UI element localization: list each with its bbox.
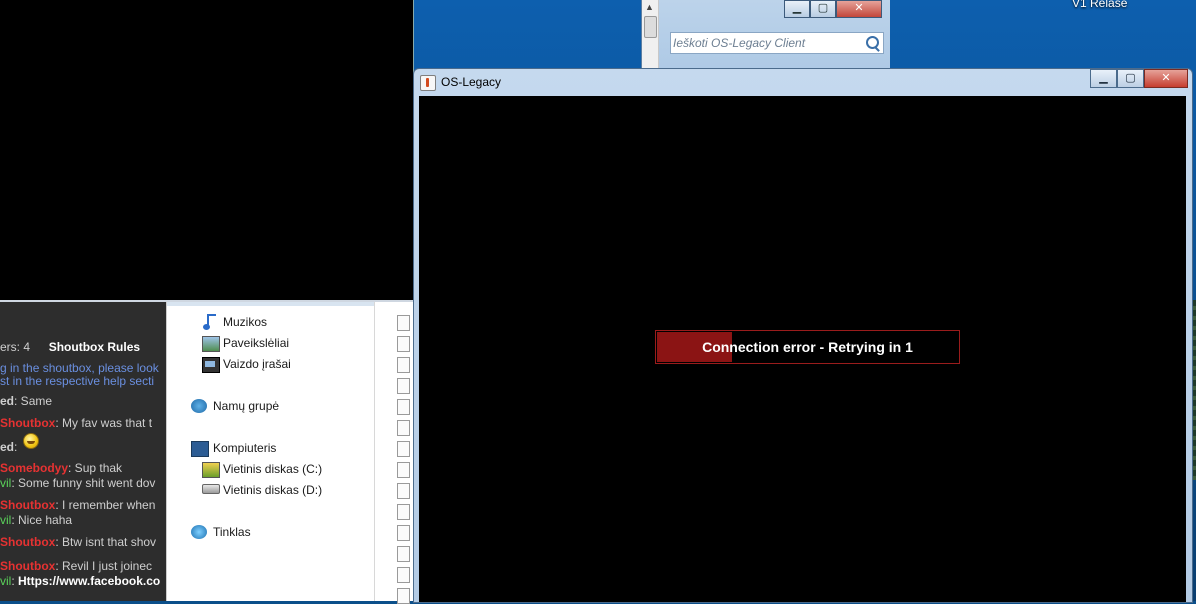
nav-item-videos[interactable]: Vaizdo įrašai [223, 357, 291, 371]
nav-item-computer[interactable]: Kompiuteris [213, 441, 276, 455]
scroll-up-icon[interactable]: ▲ [645, 2, 654, 12]
desktop-icon-label[interactable]: V1 Relase [1072, 0, 1127, 10]
network-icon [191, 525, 207, 539]
chat-text: : My fav was that t [55, 416, 153, 430]
chat-user[interactable]: vil [0, 476, 11, 490]
chat-message: vil: Nice haha [0, 513, 72, 528]
file-icon[interactable] [397, 420, 410, 436]
drive-d-icon [202, 484, 220, 494]
chat-text: : Revil I just joinec [55, 559, 153, 573]
nav-item-drive-d[interactable]: Vietinis diskas (D:) [223, 483, 322, 497]
file-list [374, 302, 415, 604]
chat-user[interactable]: vil [0, 513, 11, 527]
chat-user[interactable]: Somebodyy [0, 461, 68, 475]
connection-status-text: Connection error - Retrying in 1 [702, 339, 913, 355]
chat-link[interactable]: Https://www.facebook.co [18, 574, 160, 588]
music-icon [203, 314, 216, 330]
notice-line: st in the respective help secti [0, 374, 155, 388]
search-placeholder: Ieškoti OS-Legacy Client [673, 36, 806, 50]
game-window-background [0, 0, 414, 302]
chat-user[interactable]: vil [0, 574, 11, 588]
homegroup-icon [191, 399, 207, 413]
file-icon[interactable] [397, 504, 410, 520]
navigation-pane: Muzikos Paveikslėliai Vaizdo įrašai Namų… [166, 302, 415, 604]
pictures-icon [202, 336, 220, 352]
chat-text: : Some funny shit went dov [11, 476, 156, 490]
chat-message: Shoutbox: My fav was that t [0, 416, 152, 431]
os-legacy-window: OS-Legacy ▁ ▢ ✕ Connection error - Retry… [413, 68, 1193, 603]
maximize-button[interactable]: ▢ [1117, 69, 1144, 88]
drive-c-icon [202, 462, 220, 478]
chat-text: : Btw isnt that shov [55, 535, 157, 549]
chat-message: Shoutbox: Revil I just joinec [0, 559, 152, 574]
chat-user[interactable]: Shoutbox [0, 416, 55, 430]
nav-item-music[interactable]: Muzikos [223, 315, 267, 329]
chat-text: : [11, 574, 19, 588]
smiley-icon [22, 433, 39, 449]
shoutbox-header: ers: 4 Shoutbox Rules [0, 340, 141, 354]
minimize-button[interactable]: ▁ [1090, 69, 1117, 88]
chat-user[interactable]: Shoutbox [0, 535, 55, 549]
chat-text: : Nice haha [11, 513, 73, 527]
nav-item-homegroup[interactable]: Namų grupė [213, 399, 279, 413]
computer-icon [191, 441, 209, 457]
file-icon[interactable] [397, 315, 410, 331]
game-client-area[interactable]: Connection error - Retrying in 1 [419, 96, 1186, 602]
nav-item-drive-c[interactable]: Vietinis diskas (C:) [223, 462, 322, 476]
maximize-button[interactable]: ▢ [810, 0, 836, 18]
java-app-icon[interactable] [420, 75, 436, 91]
window-title: OS-Legacy [441, 75, 502, 89]
file-icon[interactable] [397, 567, 410, 583]
file-icon[interactable] [397, 336, 410, 352]
file-icon[interactable] [397, 546, 410, 562]
chat-message: Shoutbox: Btw isnt that shov [0, 535, 156, 550]
file-icon[interactable] [397, 462, 410, 478]
video-icon [202, 357, 220, 373]
chat-text: : Same [14, 394, 53, 408]
chat-message: Shoutbox: I remember when [0, 498, 155, 513]
shoutbox-panel: ers: 4 Shoutbox Rules g in the shoutbox,… [0, 302, 166, 601]
chat-user[interactable]: ed [0, 394, 14, 408]
file-icon[interactable] [397, 441, 410, 457]
file-icon[interactable] [397, 588, 410, 604]
close-button[interactable]: ✕ [836, 0, 882, 18]
file-icon[interactable] [397, 357, 410, 373]
chat-message: ed: [0, 433, 39, 455]
chat-message: vil: Some funny shit went dov [0, 476, 155, 491]
minimize-button[interactable]: ▁ [784, 0, 810, 18]
search-icon[interactable] [866, 36, 879, 49]
scroll-thumb[interactable] [644, 16, 657, 38]
chat-message: ed: Same [0, 394, 52, 409]
window-controls: ▁ ▢ ✕ [1090, 69, 1188, 88]
shoutbox-rules-link[interactable]: Shoutbox Rules [49, 340, 140, 354]
file-icon[interactable] [397, 525, 410, 541]
nav-item-network[interactable]: Tinklas [213, 525, 251, 539]
search-input[interactable]: Ieškoti OS-Legacy Client [670, 32, 884, 54]
chat-text: : [14, 440, 18, 454]
chat-user[interactable]: Shoutbox [0, 559, 55, 573]
chat-user[interactable]: ed [0, 440, 14, 454]
close-button[interactable]: ✕ [1144, 69, 1188, 88]
chat-text: : I remember when [55, 498, 156, 512]
file-icon[interactable] [397, 378, 410, 394]
file-icon[interactable] [397, 399, 410, 415]
nav-item-pictures[interactable]: Paveikslėliai [223, 336, 289, 350]
file-icon[interactable] [397, 483, 410, 499]
chat-message: vil: Https://www.facebook.co [0, 574, 160, 589]
chat-user[interactable]: Shoutbox [0, 498, 55, 512]
chat-text: : Sup thak [68, 461, 123, 475]
loading-progress-bar: Connection error - Retrying in 1 [655, 330, 960, 364]
chat-message: Somebodyy: Sup thak [0, 461, 122, 476]
